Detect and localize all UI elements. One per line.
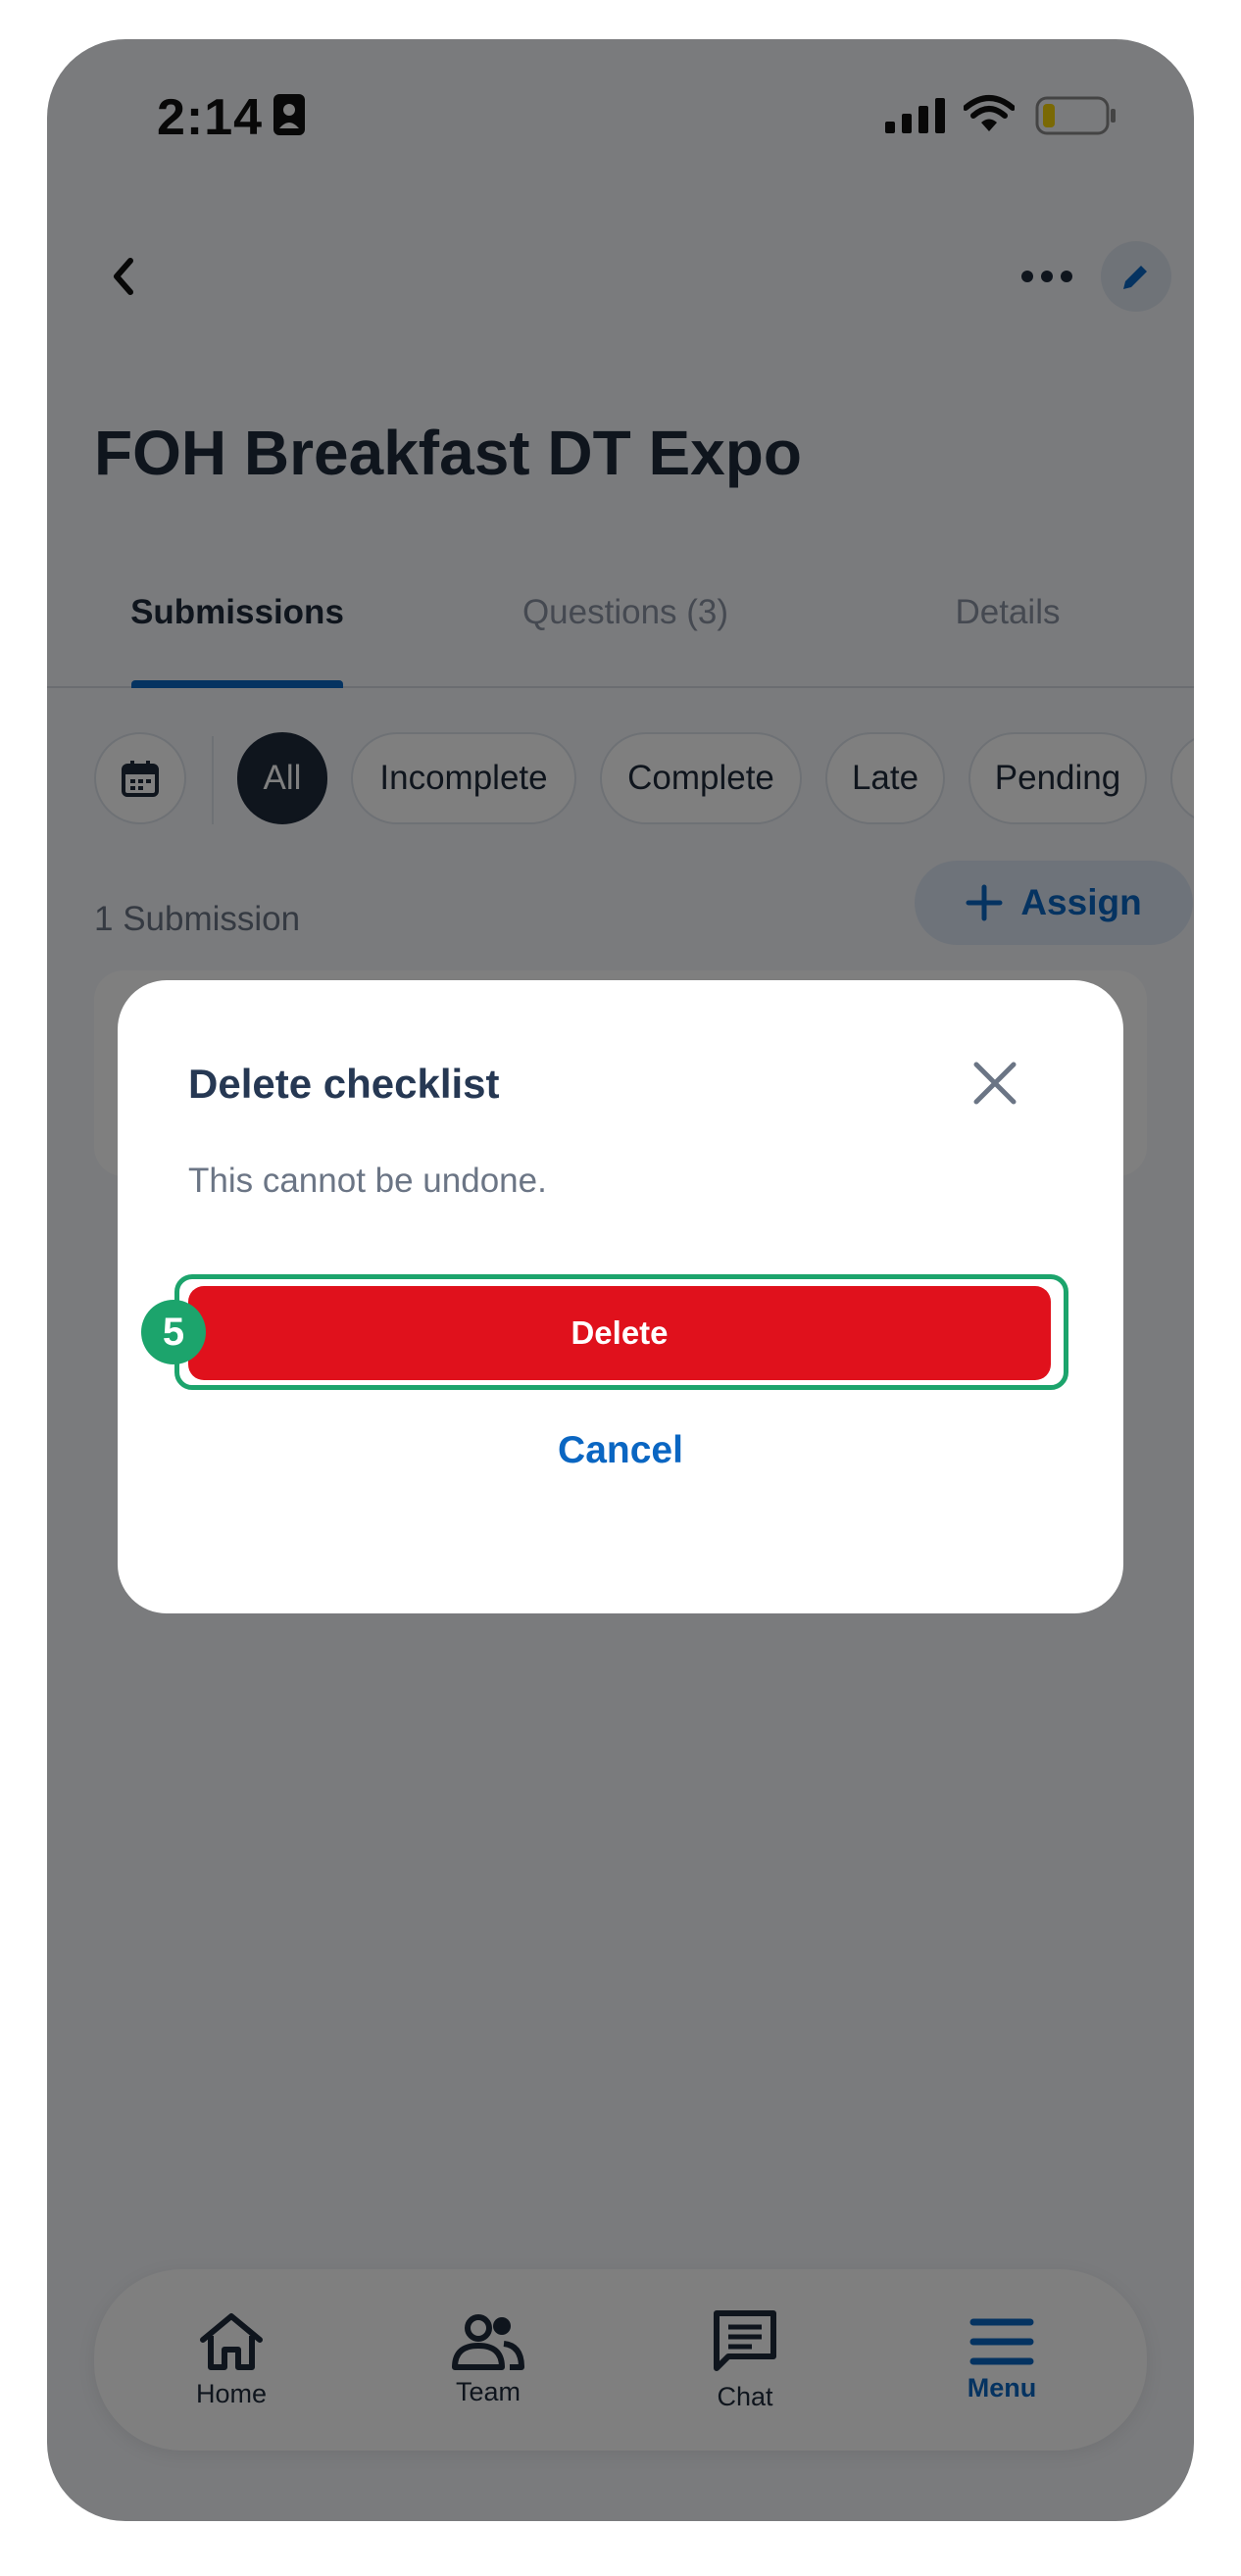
close-dialog-button[interactable] bbox=[961, 1049, 1029, 1117]
phone-screen: 2:14 bbox=[47, 39, 1194, 2521]
delete-checklist-dialog: Delete checklist This cannot be undone. … bbox=[118, 980, 1123, 1613]
cancel-button[interactable]: Cancel bbox=[118, 1412, 1123, 1490]
close-icon bbox=[973, 1062, 1017, 1105]
step-number-badge: 5 bbox=[141, 1300, 206, 1364]
dialog-message: This cannot be undone. bbox=[188, 1162, 547, 1200]
dialog-title: Delete checklist bbox=[188, 1061, 500, 1107]
delete-button[interactable]: Delete bbox=[188, 1286, 1051, 1380]
